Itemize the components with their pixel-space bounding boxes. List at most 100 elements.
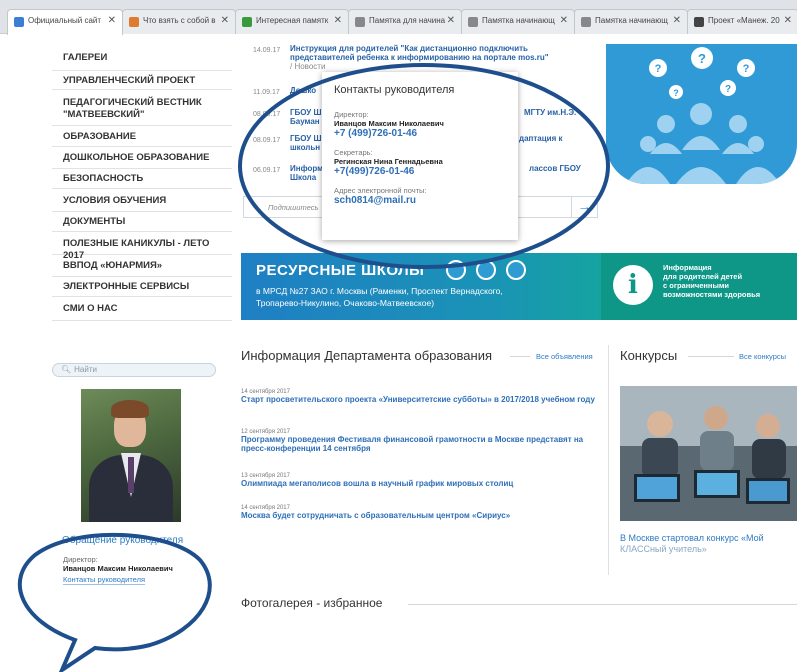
info-icon: i [613, 265, 653, 305]
article-title[interactable]: Олимпиада мегаполисов вошла в научный гр… [241, 479, 601, 488]
tab-close-icon[interactable]: ✕ [560, 15, 568, 26]
section-divider [408, 604, 797, 605]
browser-tab[interactable]: Проект «Манеж. 20 ✕ [687, 9, 797, 34]
popup-director-label: Директор: [334, 110, 369, 119]
news-title[interactable]: ГБОУ Ш школьн [290, 134, 326, 152]
tab-close-icon[interactable]: ✕ [108, 15, 116, 26]
news-source: / Новости [290, 62, 326, 71]
tab-close-icon[interactable]: ✕ [447, 15, 455, 26]
banner-accessibility-icon [476, 260, 496, 280]
browser-tab[interactable]: Памятка начинающ ✕ [574, 9, 688, 34]
news-title[interactable]: Информ Школа [290, 164, 326, 182]
search-placeholder: Найти [74, 365, 97, 374]
tab-favicon-icon [129, 17, 139, 27]
contest-caption[interactable]: В Москве стартовал конкурс «Мой КЛАССный … [620, 533, 797, 555]
tab-close-icon[interactable]: ✕ [784, 15, 792, 26]
browser-tab[interactable]: Что взять с собой в ✕ [122, 9, 236, 34]
sidebar-nav: ГАЛЕРЕИ УПРАВЛЕНЧЕСКИЙ ПРОЕКТ ПЕДАГОГИЧЕСК… [52, 44, 232, 321]
director-label: Директор: [63, 555, 98, 564]
sidebar-nav-item[interactable]: ГАЛЕРЕИ [52, 44, 232, 71]
article-title[interactable]: Москва будет сотрудничать с образователь… [241, 511, 601, 520]
people-illustration-graphic: ? ? ? ? ? [626, 47, 780, 184]
director-name: Иванцов Максим Николаевич [63, 564, 173, 573]
news-date: 08.09.17 [253, 137, 281, 144]
popup-title: Контакты руководителя [334, 84, 455, 96]
banner-subtitle: в МРСД №27 ЗАО г. Москвы (Раменки, Просп… [256, 286, 503, 308]
sidebar-nav-item[interactable]: ДОШКОЛЬНОЕ ОБРАЗОВАНИЕ [52, 147, 232, 169]
svg-text:?: ? [673, 88, 679, 98]
sidebar-nav-item[interactable]: УСЛОВИЯ ОБУЧЕНИЯ [52, 189, 232, 212]
all-contests-link[interactable]: Все конкурсы [739, 352, 786, 361]
banner-title: РЕСУРСНЫЕ ШКОЛЫ [256, 262, 425, 279]
tab-favicon-icon [242, 17, 252, 27]
news-title[interactable]: ГБОУ Ш Бауман [290, 108, 326, 126]
tab-close-icon[interactable]: ✕ [221, 15, 229, 26]
contest-photo[interactable] [620, 386, 797, 521]
svg-text:?: ? [655, 63, 662, 75]
tab-favicon-icon [581, 17, 591, 27]
department-section-title: Информация Департамента образования [241, 348, 492, 363]
sidebar-speech-bubble [17, 532, 212, 672]
all-announcements-link[interactable]: Все объявления [536, 352, 593, 361]
search-input[interactable]: 🔍︎ Найти [52, 363, 216, 377]
sidebar-nav-item[interactable]: ДОКУМЕНТЫ [52, 212, 232, 232]
browser-tab[interactable]: Интересная памятк ✕ [235, 9, 349, 34]
popup-secretary-name: Регинская Нина Геннадьевна [334, 157, 443, 166]
department-article[interactable]: 13 сентября 2017 Олимпиада мегаполисов в… [241, 473, 601, 488]
subscribe-placeholder: Подпишитесь [268, 203, 319, 212]
tab-favicon-icon [355, 17, 365, 27]
news-date: 08.09.17 [253, 111, 281, 118]
sidebar-nav-item[interactable]: СМИ О НАС [52, 297, 232, 321]
news-title[interactable]: Инструкция для родителей "Как дистанцион… [290, 44, 590, 71]
tab-close-icon[interactable]: ✕ [673, 15, 681, 26]
tab-favicon-icon [694, 17, 704, 27]
sidebar-nav-item[interactable]: ОБРАЗОВАНИЕ [52, 126, 232, 147]
sidebar-nav-item[interactable]: БЕЗОПАСНОСТЬ [52, 169, 232, 189]
popup-secretary-phone[interactable]: +7(499)726-01-46 [334, 166, 506, 177]
article-title[interactable]: Программу проведения Фестиваля финансово… [241, 435, 601, 453]
svg-text:?: ? [698, 51, 706, 66]
news-title-tail[interactable]: даптация к [519, 134, 593, 143]
news-date: 14.09.17 [253, 47, 281, 54]
browser-tab[interactable]: Официальный сайт ✕ [7, 9, 123, 35]
contest-photo-graphic [620, 386, 797, 521]
department-article[interactable]: 12 сентября 2017 Программу проведения Фе… [241, 429, 601, 453]
appeal-link[interactable]: Обращение руководителя [62, 535, 183, 546]
popup-email[interactable]: sch0814@mail.ru [334, 195, 506, 206]
news-title-tail[interactable]: лассов ГБОУ [529, 164, 593, 173]
news-date: 11.09.17 [253, 89, 280, 96]
director-portrait [81, 389, 181, 522]
search-icon: 🔍︎ [61, 365, 72, 374]
tab-favicon-icon [14, 17, 24, 27]
sidebar-nav-item[interactable]: УПРАВЛЕНЧЕСКИЙ ПРОЕКТ [52, 71, 232, 90]
tab-close-icon[interactable]: ✕ [334, 15, 342, 26]
gallery-section-title: Фотогалерея - избранное [241, 596, 383, 610]
browser-tab[interactable]: Памятка для начина ✕ [348, 9, 462, 34]
browser-tab[interactable]: Памятка начинающ ✕ [461, 9, 575, 34]
popup-secretary-label: Секретарь: [334, 148, 373, 157]
subscribe-arrow-icon[interactable]: → [571, 197, 597, 217]
column-divider [608, 345, 609, 575]
department-article[interactable]: 14 сентября 2017 Москва будет сотруднича… [241, 505, 601, 520]
news-title-tail[interactable]: МГТУ им.Н.Э. [524, 108, 594, 117]
sidebar-nav-item[interactable]: ПОЛЕЗНЫЕ КАНИКУЛЫ - ЛЕТО 2017 [52, 232, 232, 261]
tab-favicon-icon [468, 17, 478, 27]
resource-schools-banner[interactable]: РЕСУРСНЫЕ ШКОЛЫ в МРСД №27 ЗАО г. Москвы… [241, 253, 797, 320]
svg-text:?: ? [743, 63, 750, 75]
director-contacts-popup: Контакты руководителя Директор: Иванцов … [322, 72, 518, 240]
browser-tab-strip: Официальный сайт ✕ Что взять с собой в ✕ Инт… [0, 0, 797, 35]
section-divider [688, 356, 734, 357]
sidebar-nav-item[interactable]: ПЕДАГОГИЧЕСКИЙ ВЕСТНИК "МАТВЕЕВСКИЙ" [52, 90, 232, 126]
department-article[interactable]: 14 сентября 2017 Старт просветительского… [241, 389, 601, 404]
sidebar-nav-item[interactable]: ЭЛЕКТРОННЫЕ СЕРВИСЫ [52, 277, 232, 297]
parents-info-text: Информация для родителей детей с огранич… [663, 263, 761, 299]
banner-badge-icon [446, 260, 466, 280]
parents-info-block[interactable]: i Информация для родителей детей с огран… [601, 253, 797, 320]
people-illustration: ? ? ? ? ? [606, 44, 797, 184]
contests-section-title: Конкурсы [620, 348, 678, 363]
banner-education-icon [506, 260, 526, 280]
section-divider [510, 356, 530, 357]
popup-director-phone[interactable]: +7 (499)726-01-46 [334, 128, 506, 139]
article-title[interactable]: Старт просветительского проекта «Универс… [241, 395, 601, 404]
director-contacts-link[interactable]: Контакты руководителя [63, 575, 146, 585]
